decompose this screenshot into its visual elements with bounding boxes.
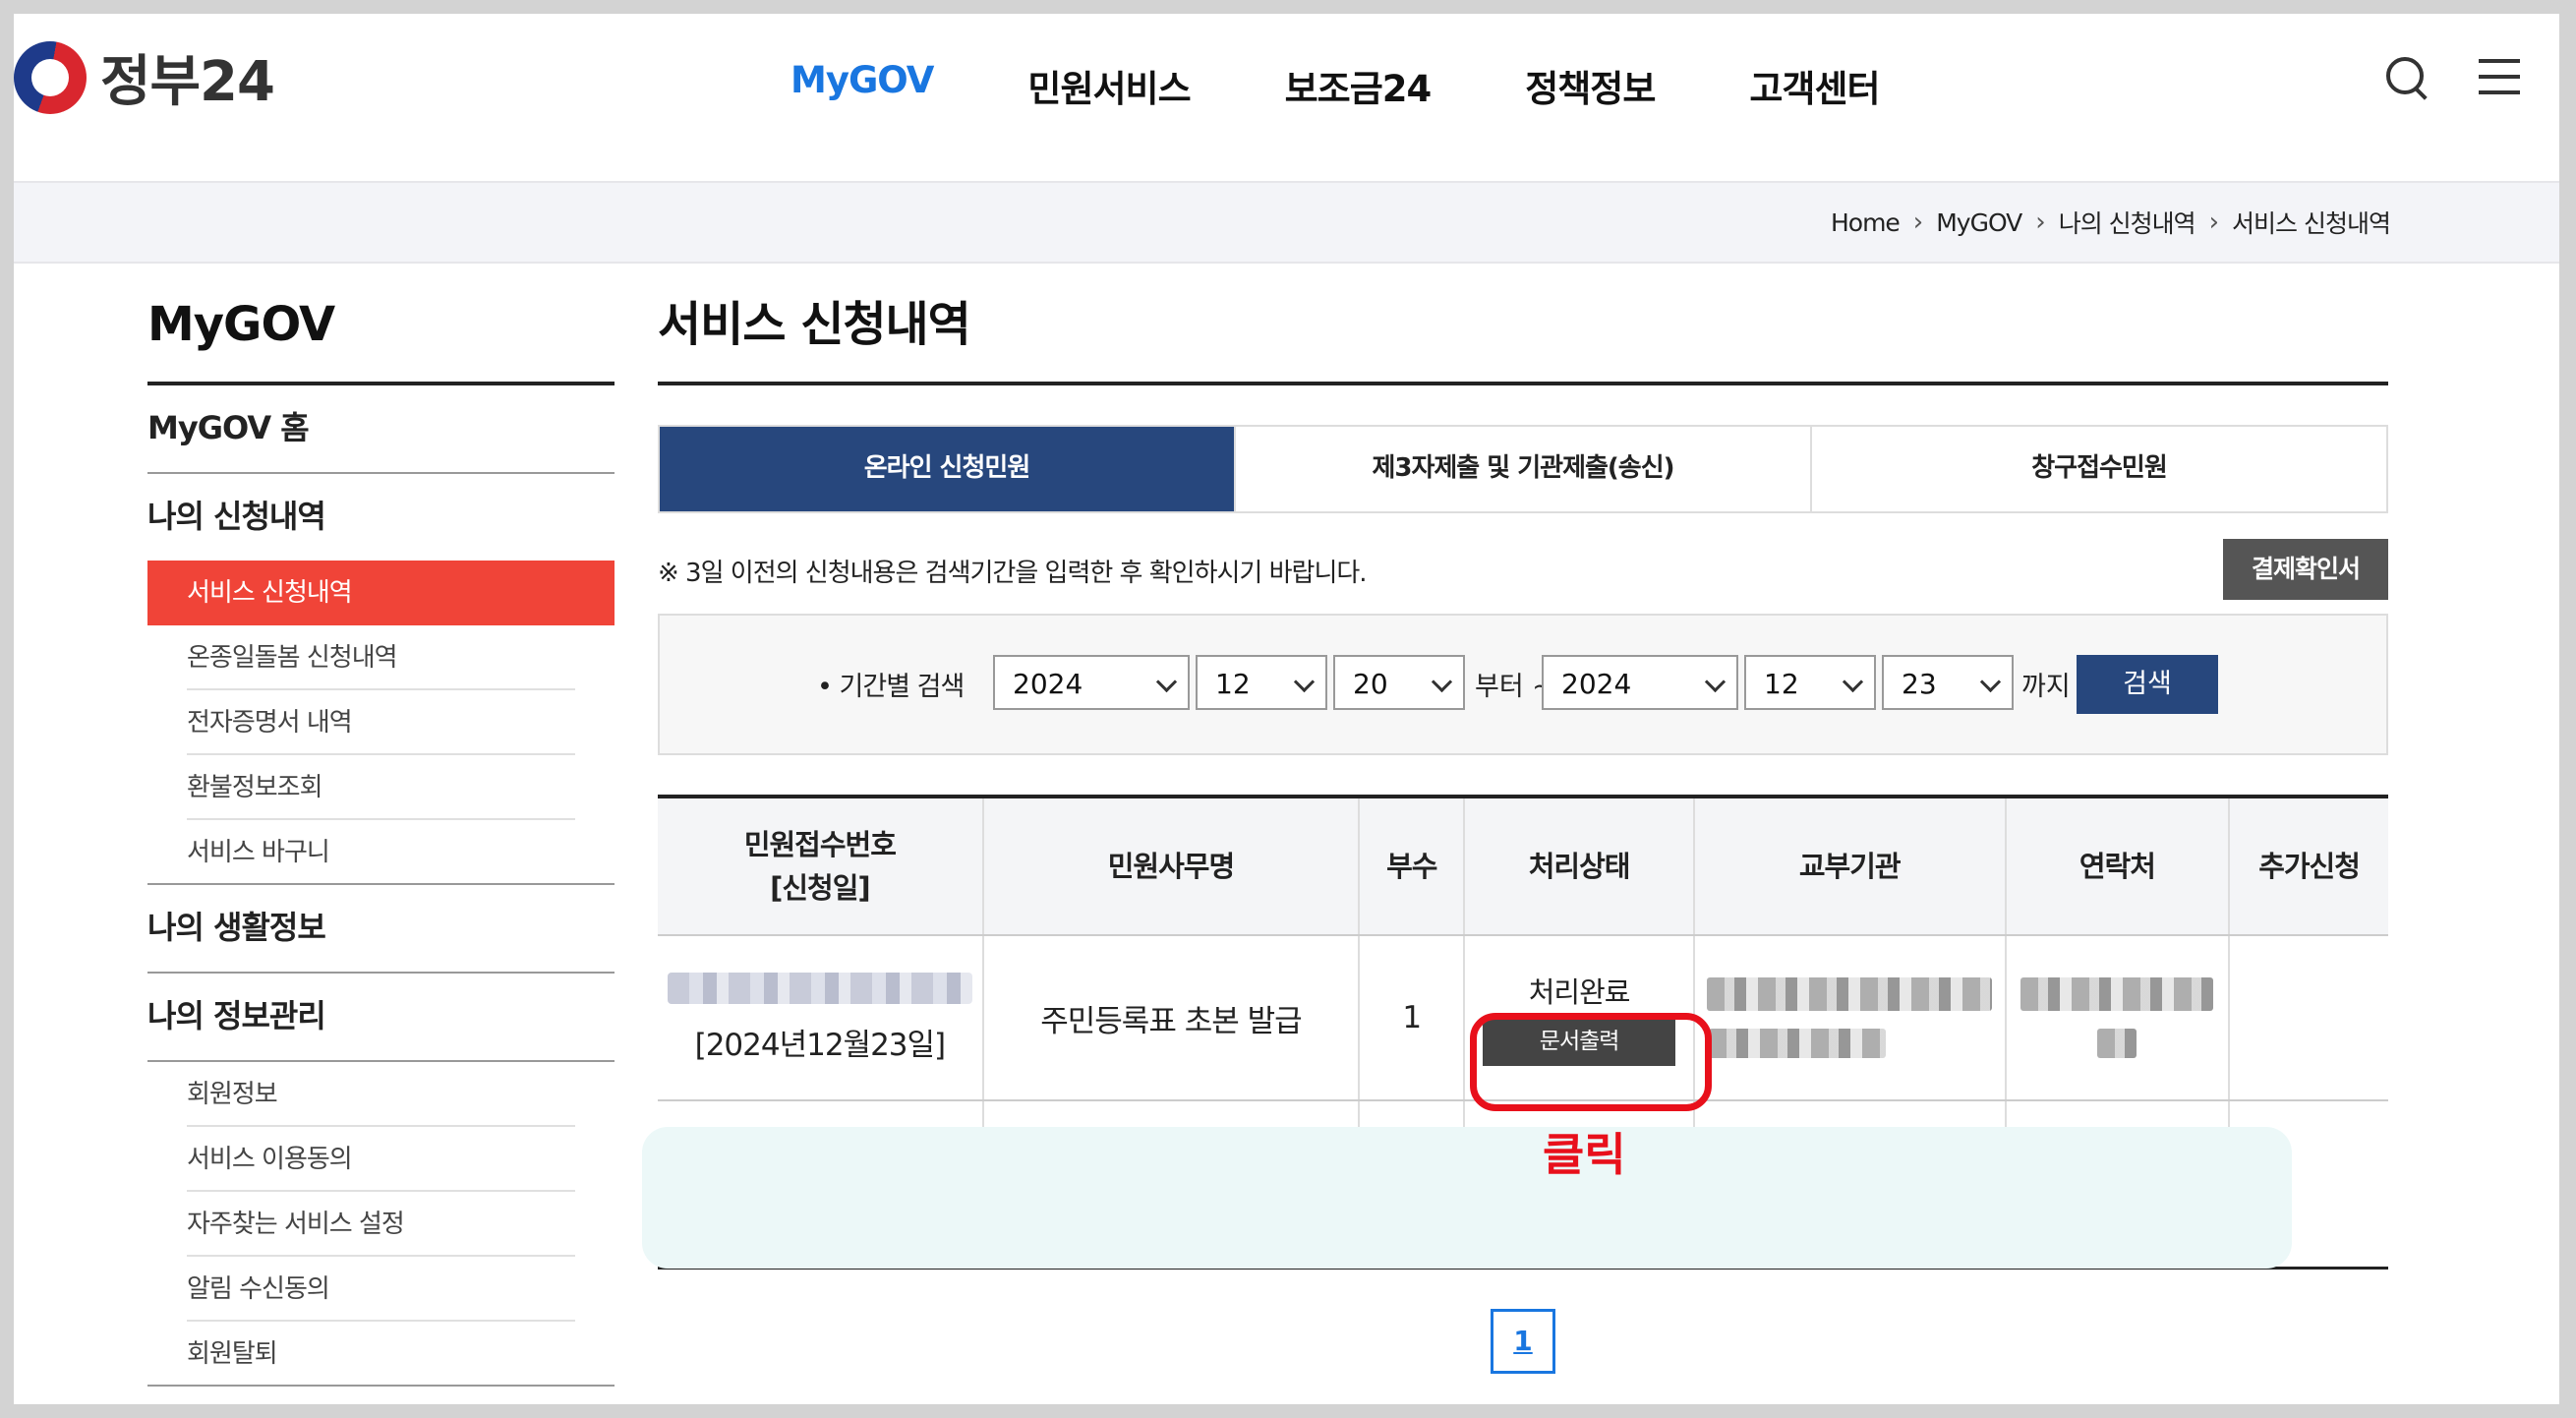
status-text: 처리완료	[1528, 975, 1631, 1009]
annotation-click-label: 클릭	[1543, 1128, 1626, 1181]
redacted-agency	[1707, 977, 1993, 1011]
logo-text: 정부24	[100, 50, 275, 114]
highlight-overlay	[642, 1127, 2292, 1269]
cell-service-name: 주민등록표 초본 발급	[984, 936, 1361, 1099]
cell-copies: 1	[1360, 936, 1466, 1099]
pagination: 1	[658, 1309, 2388, 1374]
main-nav: MyGOV 민원서비스 보조금24 정책정보 고객센터	[790, 59, 1881, 112]
col-issuing-agency: 교부기관	[1695, 798, 2007, 934]
site-logo[interactable]: 정부24	[14, 37, 275, 117]
col-copies: 부수	[1360, 798, 1466, 934]
breadcrumb-current: 서비스 신청내역	[2232, 209, 2391, 238]
chevron-right-icon: ›	[2208, 207, 2219, 237]
page-1-link[interactable]: 1	[1491, 1309, 1555, 1374]
col-status: 처리상태	[1465, 798, 1695, 934]
from-year-select[interactable]: 2024	[993, 655, 1190, 710]
chevron-right-icon: ›	[2035, 207, 2045, 237]
annotation-highlight-ring	[1470, 1013, 1712, 1111]
chevron-right-icon: ›	[1912, 207, 1923, 237]
site-header: 정부24 MyGOV 민원서비스 보조금24 정책정보 고객센터	[14, 14, 2559, 181]
tab-online[interactable]: 온라인 신청민원	[660, 427, 1236, 511]
application-tabs: 온라인 신청민원 제3자제출 및 기관제출(송신) 창구접수민원	[658, 425, 2388, 513]
breadcrumb-my-applications[interactable]: 나의 신청내역	[2059, 205, 2196, 240]
col-contact: 연락처	[2007, 798, 2231, 934]
from-month-select[interactable]: 12	[1196, 655, 1327, 710]
sidebar-section-info-manage[interactable]: 나의 정보관리	[147, 974, 615, 1062]
from-day-select[interactable]: 20	[1333, 655, 1465, 710]
to-suffix: 까지	[2021, 672, 2071, 702]
sidebar-item-service-applications[interactable]: 서비스 신청내역	[147, 561, 615, 625]
cell-contact	[2007, 936, 2231, 1099]
to-day-select[interactable]: 23	[1882, 655, 2014, 710]
sidebar-item-allday-care[interactable]: 온종일돌봄 신청내역	[147, 625, 615, 690]
notice-row: ※ 3일 이전의 신청내용은 검색기간을 입력한 후 확인하시기 바랍니다. 결…	[658, 539, 2388, 602]
sidebar-item-notification-consent[interactable]: 알림 수신동의	[147, 1257, 615, 1322]
nav-mygov[interactable]: MyGOV	[790, 59, 934, 112]
col-receipt-no-line1: 민원접수번호	[743, 828, 897, 861]
breadcrumb-mygov[interactable]: MyGOV	[1936, 208, 2022, 237]
table-header: 민원접수번호 [신청일] 민원사무명 부수 처리상태 교부기관 연락처 추가신청	[658, 798, 2388, 936]
col-receipt-no-line2: [신청일]	[770, 871, 871, 905]
sidebar-section-my-applications[interactable]: 나의 신청내역	[147, 474, 615, 561]
cell-receipt-no: [2024년12월23일]	[658, 936, 984, 1099]
redacted-receipt-number	[667, 972, 972, 1004]
redacted-contact-line2	[2097, 1029, 2137, 1058]
taegeuk-logo-icon	[14, 40, 87, 114]
sidebar: MyGOV MyGOV 홈 나의 신청내역 서비스 신청내역 온종일돌봄 신청내…	[147, 289, 615, 1387]
sidebar-item-withdraw[interactable]: 회원탈퇴	[147, 1322, 615, 1387]
to-year-select[interactable]: 2024	[1542, 655, 1738, 710]
sidebar-sub-applications: 서비스 신청내역 온종일돌봄 신청내역 전자증명서 내역 환불정보조회 서비스 …	[147, 561, 615, 885]
header-tools	[2339, 53, 2524, 102]
period-notice: ※ 3일 이전의 신청내용은 검색기간을 입력한 후 확인하시기 바랍니다.	[658, 559, 1368, 588]
menu-icon[interactable]	[2475, 53, 2524, 102]
tab-third-party[interactable]: 제3자제출 및 기관제출(송신)	[1236, 427, 1812, 511]
sidebar-title: MyGOV	[147, 289, 615, 385]
payment-receipt-button[interactable]: 결제확인서	[2223, 539, 2388, 600]
cell-issuing-agency	[1695, 936, 2007, 1099]
sidebar-item-service-basket[interactable]: 서비스 바구니	[147, 820, 615, 885]
redacted-agency-line2	[1708, 1029, 1886, 1058]
nav-civil-service[interactable]: 민원서비스	[1027, 59, 1191, 112]
search-button[interactable]: 검색	[2077, 655, 2218, 714]
breadcrumb-home[interactable]: Home	[1831, 208, 1901, 237]
sidebar-item-service-consent[interactable]: 서비스 이용동의	[147, 1127, 615, 1192]
col-additional: 추가신청	[2258, 850, 2361, 883]
col-receipt-no: 민원접수번호 [신청일]	[658, 798, 984, 934]
breadcrumb: Home › MyGOV › 나의 신청내역 › 서비스 신청내역	[1831, 205, 2391, 240]
page-frame: 정부24 MyGOV 민원서비스 보조금24 정책정보 고객센터 Home › …	[14, 14, 2559, 1404]
nav-customer-center[interactable]: 고객센터	[1749, 59, 1880, 112]
breadcrumb-bar: Home › MyGOV › 나의 신청내역 › 서비스 신청내역	[14, 181, 2559, 264]
sidebar-item-favorite-services[interactable]: 자주찾는 서비스 설정	[147, 1192, 615, 1257]
nav-subsidy[interactable]: 보조금24	[1285, 59, 1433, 112]
nav-policy[interactable]: 정책정보	[1525, 59, 1656, 112]
page-title: 서비스 신청내역	[658, 289, 2388, 385]
search-icon[interactable]	[2382, 53, 2431, 102]
sidebar-item-mygov-home[interactable]: MyGOV 홈	[147, 385, 615, 474]
sidebar-item-refund[interactable]: 환불정보조회	[147, 755, 615, 820]
col-service-name: 민원사무명	[984, 798, 1361, 934]
application-table: 민원접수번호 [신청일] 민원사무명 부수 처리상태 교부기관 연락처 추가신청…	[642, 795, 2388, 1270]
sidebar-sub-info-manage: 회원정보 서비스 이용동의 자주찾는 서비스 설정 알림 수신동의 회원탈퇴	[147, 1062, 615, 1387]
period-search-box: • 기간별 검색 2024 12 20 부터 ~ 2024 12 23 까지 검…	[658, 614, 2388, 755]
sidebar-section-life-info[interactable]: 나의 생활정보	[147, 885, 615, 974]
tab-counter[interactable]: 창구접수민원	[1812, 427, 2386, 511]
application-date: [2024년12월23일]	[694, 1027, 947, 1063]
sidebar-item-member-info[interactable]: 회원정보	[147, 1062, 615, 1127]
main-content: 서비스 신청내역 온라인 신청민원 제3자제출 및 기관제출(송신) 창구접수민…	[642, 289, 2388, 1374]
cell-additional	[2230, 936, 2388, 1099]
period-search-label: • 기간별 검색	[817, 672, 965, 702]
to-month-select[interactable]: 12	[1744, 655, 1876, 710]
redacted-contact	[2020, 977, 2214, 1011]
sidebar-item-e-certificate[interactable]: 전자증명서 내역	[147, 690, 615, 755]
